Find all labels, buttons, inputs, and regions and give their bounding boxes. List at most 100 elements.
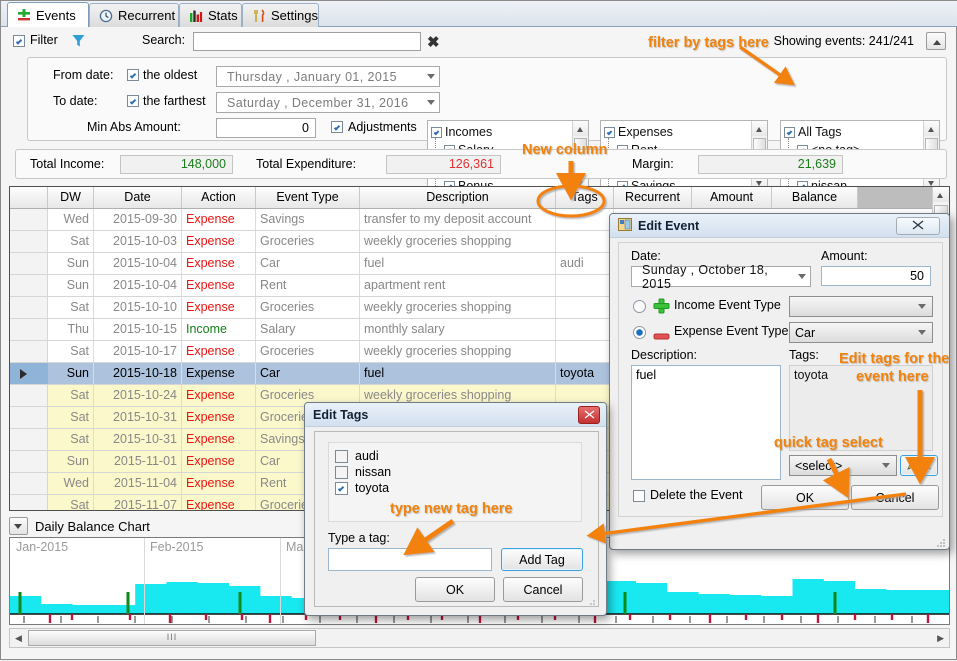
cell-desc[interactable]: weekly groceries shopping: [360, 297, 556, 318]
scroll-up-icon[interactable]: [933, 187, 949, 202]
incomes-tree-item[interactable]: Incomes: [428, 123, 588, 141]
row-selector[interactable]: [10, 253, 48, 274]
cell-desc[interactable]: apartment rent: [360, 275, 556, 296]
cell-desc[interactable]: weekly groceries shopping: [360, 341, 556, 362]
cell-date[interactable]: 2015-10-17: [94, 341, 182, 362]
cell-desc[interactable]: fuel: [360, 253, 556, 274]
cell-action[interactable]: Expense: [182, 495, 256, 510]
tab-recurrent[interactable]: Recurrent: [89, 3, 179, 27]
resize-grip[interactable]: [936, 537, 946, 547]
cell-date[interactable]: 2015-11-07: [94, 495, 182, 510]
grid-header-amount[interactable]: Amount: [692, 187, 772, 208]
cell-date[interactable]: 2015-10-04: [94, 253, 182, 274]
cell-action[interactable]: Expense: [182, 341, 256, 362]
edit-tags-ok-button[interactable]: OK: [415, 577, 495, 602]
delete-event-checkbox[interactable]: [633, 490, 645, 502]
row-selector[interactable]: [10, 231, 48, 252]
cell-date[interactable]: 2015-10-15: [94, 319, 182, 340]
cell-date[interactable]: 2015-10-03: [94, 231, 182, 252]
cell-desc[interactable]: weekly groceries shopping: [360, 231, 556, 252]
cell-desc[interactable]: transfer to my deposit account: [360, 209, 556, 230]
row-selector[interactable]: [10, 319, 48, 340]
cell-date[interactable]: 2015-11-01: [94, 451, 182, 472]
edit-event-cancel-button[interactable]: Cancel: [851, 485, 939, 510]
tags-tree-item[interactable]: All Tags: [781, 123, 939, 141]
tab-events[interactable]: Events: [7, 2, 89, 27]
row-selector[interactable]: [10, 451, 48, 472]
grid-header-description[interactable]: Description: [360, 187, 556, 208]
cell-type[interactable]: Savings: [256, 209, 360, 230]
cell-dw[interactable]: Sat: [48, 429, 94, 450]
income-event-radio[interactable]: [633, 300, 646, 313]
cell-action[interactable]: Expense: [182, 297, 256, 318]
row-selector[interactable]: [10, 495, 48, 510]
cell-dw[interactable]: Sat: [48, 407, 94, 428]
scroll-up-icon[interactable]: [573, 121, 588, 136]
row-selector[interactable]: [10, 297, 48, 318]
cell-action[interactable]: Expense: [182, 451, 256, 472]
cell-action[interactable]: Income: [182, 319, 256, 340]
cell-tags[interactable]: [556, 231, 614, 252]
cell-date[interactable]: 2015-09-30: [94, 209, 182, 230]
filter-checkbox[interactable]: [13, 35, 25, 47]
cell-type[interactable]: Car: [256, 253, 360, 274]
scroll-thumb[interactable]: [28, 630, 316, 646]
incomes-tree-checkbox[interactable]: [431, 126, 442, 138]
cell-dw[interactable]: Sun: [48, 363, 94, 384]
edit-tags-button[interactable]: ...: [900, 455, 938, 476]
cell-type[interactable]: Rent: [256, 275, 360, 296]
cell-action[interactable]: Expense: [182, 429, 256, 450]
quick-tag-select-combo[interactable]: <select>: [789, 455, 897, 476]
cell-type[interactable]: Salary: [256, 319, 360, 340]
new-tag-input[interactable]: [328, 548, 492, 571]
row-selector[interactable]: [10, 341, 48, 362]
cell-tags[interactable]: toyota: [556, 363, 614, 384]
row-selector[interactable]: [10, 385, 48, 406]
resize-grip[interactable]: [586, 595, 596, 605]
scroll-right-icon[interactable]: ▶: [937, 633, 944, 644]
cell-tags[interactable]: [556, 319, 614, 340]
cell-action[interactable]: Expense: [182, 209, 256, 230]
edit-event-close-button[interactable]: [896, 217, 940, 235]
cell-dw[interactable]: Sat: [48, 231, 94, 252]
cell-dw[interactable]: Wed: [48, 473, 94, 494]
cell-action[interactable]: Expense: [182, 275, 256, 296]
scroll-left-icon[interactable]: ◀: [15, 633, 22, 644]
edit-tags-cancel-button[interactable]: Cancel: [503, 577, 583, 602]
cell-tags[interactable]: audi: [556, 253, 614, 274]
cell-dw[interactable]: Sat: [48, 341, 94, 362]
cell-date[interactable]: 2015-10-24: [94, 385, 182, 406]
to-date-picker[interactable]: Saturday , December 31, 2016: [216, 92, 440, 113]
collapse-chart-button[interactable]: [9, 517, 28, 535]
from-date-picker[interactable]: Thursday , January 01, 2015: [216, 66, 440, 87]
scroll-up-icon[interactable]: [924, 121, 939, 136]
cell-type[interactable]: Car: [256, 363, 360, 384]
adjustments-checkbox[interactable]: [331, 121, 343, 133]
cell-dw[interactable]: Sat: [48, 297, 94, 318]
row-selector[interactable]: [10, 275, 48, 296]
add-tag-button[interactable]: Add Tag: [501, 548, 583, 571]
cell-action[interactable]: Expense: [182, 407, 256, 428]
edit-event-dialog[interactable]: Edit Event Date: Sunday , October 18, 20…: [609, 213, 950, 550]
cell-type[interactable]: Groceries: [256, 231, 360, 252]
cell-tags[interactable]: [556, 275, 614, 296]
row-selector[interactable]: [10, 473, 48, 494]
tab-stats[interactable]: Stats: [179, 3, 242, 27]
from-oldest-checkbox[interactable]: [127, 69, 139, 81]
cell-tags[interactable]: [556, 297, 614, 318]
tags-checklist[interactable]: audi nissan toyota: [328, 442, 582, 522]
cell-action[interactable]: Expense: [182, 231, 256, 252]
cell-dw[interactable]: Sat: [48, 495, 94, 510]
cell-type[interactable]: Groceries: [256, 297, 360, 318]
grid-header-event-type[interactable]: Event Type: [256, 187, 360, 208]
tag-checklist-item[interactable]: nissan: [335, 464, 581, 480]
cell-desc[interactable]: fuel: [360, 363, 556, 384]
cell-date[interactable]: 2015-10-31: [94, 429, 182, 450]
cell-action[interactable]: Expense: [182, 385, 256, 406]
min-abs-amount-input[interactable]: 0: [216, 118, 316, 138]
scroll-up-icon[interactable]: [752, 121, 767, 136]
cell-date[interactable]: 2015-10-18: [94, 363, 182, 384]
chart-horizontal-scrollbar[interactable]: ◀ ▶: [9, 628, 950, 648]
tag-checkbox[interactable]: [335, 465, 348, 479]
cell-dw[interactable]: Wed: [48, 209, 94, 230]
